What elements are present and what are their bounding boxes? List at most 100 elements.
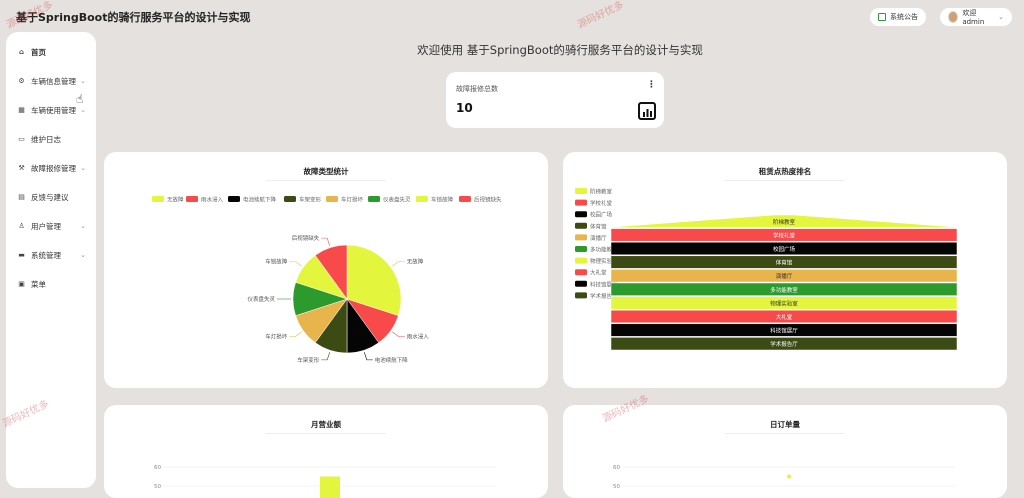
top-bar: 基于SpringBoot的骑行服务平台的设计与实现 系统公告 欢迎 admin … <box>0 0 1024 32</box>
stat-label: 故障报修总数 <box>456 85 498 93</box>
avatar <box>948 11 959 23</box>
legend-swatch[interactable] <box>575 280 587 287</box>
notice-icon <box>878 13 886 21</box>
legend-label: 雨水浸入 <box>201 196 224 204</box>
legend-swatch[interactable] <box>575 199 587 206</box>
legend-swatch[interactable] <box>575 222 587 229</box>
slice-label: 电池续航下降 <box>375 356 409 364</box>
sidebar-item-label: 维护日志 <box>31 134 61 144</box>
monthly-revenue-chart-panel: 月营业额 60 50 <box>104 405 548 498</box>
sidebar-item-label: 菜单 <box>31 279 46 289</box>
slice-label-line <box>321 352 330 361</box>
funnel-label: 大礼堂 <box>776 313 793 321</box>
chevron-down-icon: ⌄ <box>998 13 1004 21</box>
sidebar-item-label: 首页 <box>31 47 46 57</box>
slice-label-line <box>289 261 302 267</box>
funnel-label: 体育馆 <box>776 259 793 267</box>
chart-icon <box>638 102 656 120</box>
notice-button[interactable]: 系统公告 <box>870 8 926 26</box>
sidebar-item[interactable]: ▬ 系统管理 ⌄ <box>6 245 96 265</box>
bar-chart: 60 50 <box>154 465 496 498</box>
chevron-down-icon: ⌄ <box>80 106 86 114</box>
sidebar-item-label: 故障报修管理 <box>31 163 76 173</box>
slice-label: 仪表盘失灵 <box>247 295 275 303</box>
funnel-label: 校园广场 <box>773 245 796 253</box>
slice-label: 雨水浸入 <box>407 333 430 341</box>
legend-swatch[interactable] <box>575 246 587 252</box>
y-tick-label: 60 <box>154 465 161 471</box>
legend-swatch[interactable] <box>228 196 240 202</box>
funnel-label: 学校礼堂 <box>773 231 796 239</box>
slice-label-line <box>364 352 373 361</box>
legend-label: 车锁故障 <box>431 196 454 204</box>
legend-label: 阶梯教室 <box>590 188 613 196</box>
app-title: 基于SpringBoot的骑行服务平台的设计与实现 <box>16 11 251 24</box>
notice-label: 系统公告 <box>890 13 918 21</box>
legend-swatch[interactable] <box>368 196 380 202</box>
legend-label: 无故障 <box>167 196 184 204</box>
slice-label: 无故障 <box>407 257 424 265</box>
sidebar-item[interactable]: ⚙ 车辆信息管理 ⌄ <box>6 71 96 91</box>
legend-label: 体育馆 <box>590 222 607 230</box>
menu-icon: ▣ <box>18 279 25 288</box>
legend-swatch[interactable] <box>284 196 296 202</box>
slice-label-line <box>289 331 302 337</box>
legend-swatch[interactable] <box>575 211 587 218</box>
legend-swatch[interactable] <box>186 196 198 202</box>
more-icon[interactable]: ⋮ <box>647 80 656 90</box>
y-tick-label: 50 <box>154 484 161 490</box>
legend-swatch[interactable] <box>459 196 471 202</box>
legend-label: 仪表盘失灵 <box>383 196 411 204</box>
slice-label: 车架变形 <box>297 356 320 364</box>
sidebar-item[interactable]: ▭ 维护日志 <box>6 129 96 149</box>
sidebar-item-label: 系统管理 <box>31 250 61 260</box>
funnel-label: 阶梯教室 <box>773 218 796 226</box>
gear-icon: ⚙ <box>18 76 25 85</box>
legend-label: 学校礼堂 <box>590 199 613 207</box>
sidebar-item[interactable]: ▣ 菜单 <box>6 274 96 294</box>
slice-label: 车锁故障 <box>265 257 288 265</box>
stat-value: 10 <box>456 101 473 115</box>
legend-swatch[interactable] <box>575 234 587 241</box>
legend-swatch[interactable] <box>575 188 587 194</box>
scatter-point[interactable] <box>787 474 791 479</box>
legend-swatch[interactable] <box>152 196 164 202</box>
sidebar-item[interactable]: ⚒ 故障报修管理 ⌄ <box>6 158 96 178</box>
legend-swatch[interactable] <box>575 257 587 264</box>
fault-count-card: 故障报修总数 10 ⋮ <box>446 72 664 128</box>
fault-type-chart-panel: 故障类型统计 无故障 雨水浸入 电池续航下降 车架变形 车灯损坏 仪表盘失灵 车锁故障 后视镜… <box>104 152 548 388</box>
legend-label: 大礼堂 <box>590 269 607 277</box>
funnel-label: 学术报告厅 <box>770 340 798 348</box>
legend-label: 车灯损坏 <box>341 196 364 204</box>
scatter-chart: 60 50 <box>613 465 955 490</box>
slice-label: 后视镜缺失 <box>292 234 320 242</box>
legend-swatch[interactable] <box>326 196 338 202</box>
sidebar-item-label: 用户管理 <box>31 221 61 231</box>
sidebar-item[interactable]: ♙ 用户管理 ⌄ <box>6 216 96 236</box>
legend-swatch[interactable] <box>575 292 587 299</box>
welcome-heading: 欢迎使用 基于SpringBoot的骑行服务平台的设计与实现 <box>417 43 703 57</box>
sidebar-item[interactable]: ▤ 反馈与建议 <box>6 187 96 207</box>
user-menu-button[interactable]: 欢迎 admin ⌄ <box>940 8 1012 26</box>
slice-label-line <box>321 237 330 246</box>
legend-swatch[interactable] <box>416 196 428 202</box>
legend-swatch[interactable] <box>575 269 587 276</box>
rental-heat-chart-panel: 租赁点热度排名 阶梯教室 学校礼堂 校园广场 体育馆 演播厅 多功能教室 物理实验室 大礼堂科… <box>563 152 1007 388</box>
sidebar-item-label: 反馈与建议 <box>31 192 69 202</box>
sidebar-item[interactable]: ⌂ 首页 <box>6 42 96 62</box>
funnel-label: 物理实验室 <box>770 299 798 307</box>
funnel-chart: 阶梯教室学校礼堂校园广场体育馆演播厅多功能教室物理实验室大礼堂科技馆展厅学术报告… <box>575 188 963 351</box>
chevron-down-icon: ⌄ <box>80 222 86 230</box>
document-icon: ▤ <box>18 192 25 201</box>
slice-label-line <box>392 331 405 337</box>
sidebar-item-label: 车辆使用管理 <box>31 105 76 115</box>
legend-label: 演播厅 <box>590 234 607 242</box>
y-tick-label: 60 <box>613 465 620 471</box>
user-label: 欢迎 admin <box>962 9 985 26</box>
settings-icon: ▬ <box>18 250 25 259</box>
legend-label: 校园广场 <box>590 211 613 219</box>
grid-icon: ▦ <box>18 105 25 114</box>
mouse-cursor-icon: ☝ <box>76 92 84 106</box>
bar[interactable] <box>320 476 340 498</box>
home-icon: ⌂ <box>18 47 24 56</box>
